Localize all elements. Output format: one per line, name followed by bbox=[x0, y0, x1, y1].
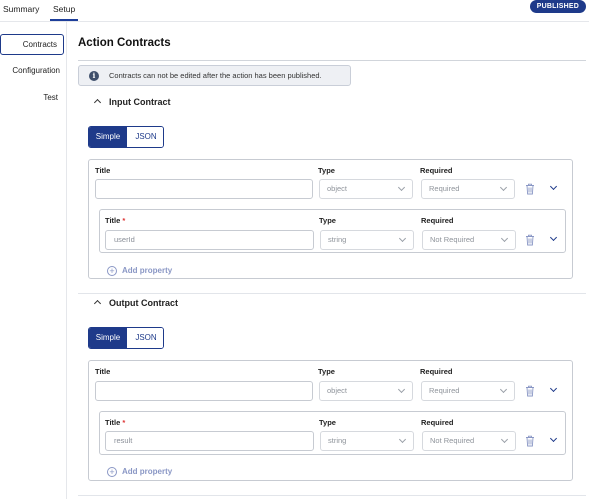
chevron-down-icon[interactable] bbox=[549, 182, 558, 191]
add-property-button[interactable]: + Add property bbox=[107, 466, 172, 477]
chevron-up-icon bbox=[93, 299, 102, 308]
title-label: Title * bbox=[105, 216, 126, 225]
type-select-value: object bbox=[327, 184, 348, 193]
chevron-down-icon[interactable] bbox=[549, 434, 558, 443]
output-contract-header[interactable]: Output Contract bbox=[78, 298, 178, 308]
plus-circle-icon: + bbox=[107, 467, 117, 477]
required-select-value: Not Required bbox=[430, 436, 475, 445]
required-label: Required bbox=[421, 418, 454, 427]
section-title: Output Contract bbox=[109, 298, 178, 308]
required-star: * bbox=[122, 418, 126, 427]
divider bbox=[78, 495, 586, 496]
simple-option[interactable]: Simple bbox=[89, 127, 127, 147]
chevron-down-icon bbox=[499, 385, 508, 394]
chevron-down-icon bbox=[499, 183, 508, 192]
trash-icon[interactable] bbox=[525, 183, 535, 195]
required-select-value: Required bbox=[429, 386, 460, 395]
trash-icon[interactable] bbox=[525, 234, 535, 246]
required-select[interactable]: Not Required bbox=[422, 230, 516, 250]
required-label: Required bbox=[421, 216, 454, 225]
chevron-down-icon bbox=[397, 385, 406, 394]
json-option[interactable]: JSON bbox=[127, 328, 163, 348]
info-banner: i Contracts can not be edited after the … bbox=[78, 65, 351, 86]
output-format-toggle: Simple JSON bbox=[88, 327, 164, 349]
trash-icon[interactable] bbox=[525, 435, 535, 447]
required-select[interactable]: Required bbox=[421, 381, 515, 401]
plus-circle-icon: + bbox=[107, 266, 117, 276]
required-select-value: Not Required bbox=[430, 235, 475, 244]
required-select[interactable]: Required bbox=[421, 179, 515, 199]
required-star: * bbox=[122, 216, 126, 225]
required-select-value: Required bbox=[429, 184, 460, 193]
chevron-down-icon bbox=[500, 435, 509, 444]
top-bar: Summary Setup PUBLISHED bbox=[0, 0, 589, 22]
property-title-input[interactable]: userId bbox=[105, 230, 314, 250]
title-label: Title * bbox=[105, 418, 126, 427]
type-label: Type bbox=[318, 166, 335, 175]
chevron-down-icon bbox=[398, 234, 407, 243]
input-contract-header[interactable]: Input Contract bbox=[78, 97, 171, 107]
tab-setup[interactable]: Setup bbox=[49, 4, 79, 21]
property-title-input[interactable]: result bbox=[105, 431, 314, 451]
divider bbox=[78, 60, 586, 61]
required-label: Required bbox=[420, 166, 453, 175]
chevron-down-icon[interactable] bbox=[549, 384, 558, 393]
type-label: Type bbox=[319, 216, 336, 225]
output-root-property-card: Title Type Required object Required Titl… bbox=[88, 360, 573, 481]
sidebar-item-configuration[interactable]: Configuration bbox=[12, 66, 60, 75]
sidebar-item-contracts[interactable]: Contracts bbox=[0, 34, 64, 55]
chevron-down-icon bbox=[397, 183, 406, 192]
type-select-value: string bbox=[328, 235, 347, 244]
chevron-down-icon bbox=[398, 435, 407, 444]
chevron-up-icon bbox=[93, 98, 102, 107]
type-select[interactable]: string bbox=[320, 431, 414, 451]
simple-option[interactable]: Simple bbox=[89, 328, 127, 348]
type-label: Type bbox=[319, 418, 336, 427]
sidebar-item-test[interactable]: Test bbox=[43, 93, 58, 102]
title-input[interactable] bbox=[95, 381, 313, 401]
tab-summary[interactable]: Summary bbox=[3, 4, 39, 14]
input-root-property-card: Title Type Required object Required Titl… bbox=[88, 159, 573, 279]
add-property-button[interactable]: + Add property bbox=[107, 265, 172, 276]
title-input[interactable] bbox=[95, 179, 313, 199]
chevron-down-icon[interactable] bbox=[549, 233, 558, 242]
input-property-card: Title * Type Required userId string Not … bbox=[99, 209, 566, 253]
type-select-value: object bbox=[327, 386, 348, 395]
status-badge: PUBLISHED bbox=[529, 0, 586, 13]
output-property-card: Title * Type Required result string Not … bbox=[99, 411, 566, 455]
info-message: Contracts can not be edited after the ac… bbox=[109, 71, 322, 80]
type-select[interactable]: object bbox=[319, 179, 413, 199]
chevron-down-icon bbox=[500, 234, 509, 243]
type-select[interactable]: object bbox=[319, 381, 413, 401]
type-label: Type bbox=[318, 367, 335, 376]
type-select-value: string bbox=[328, 436, 347, 445]
required-select[interactable]: Not Required bbox=[422, 431, 516, 451]
title-label: Title bbox=[95, 166, 111, 175]
section-title: Input Contract bbox=[109, 97, 171, 107]
type-select[interactable]: string bbox=[320, 230, 414, 250]
page-title: Action Contracts bbox=[78, 37, 171, 49]
info-icon: i bbox=[89, 71, 99, 81]
json-option[interactable]: JSON bbox=[127, 127, 163, 147]
input-format-toggle: Simple JSON bbox=[88, 126, 164, 148]
sidebar: Contracts Configuration Test bbox=[0, 22, 67, 499]
divider bbox=[78, 293, 586, 294]
title-label: Title bbox=[95, 367, 111, 376]
required-label: Required bbox=[420, 367, 453, 376]
trash-icon[interactable] bbox=[525, 385, 535, 397]
